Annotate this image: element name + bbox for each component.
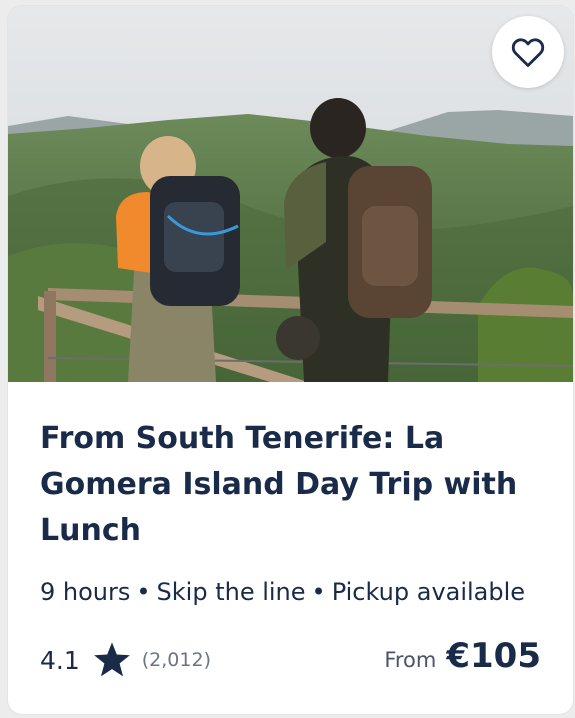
price-prefix: From bbox=[384, 648, 437, 672]
rating-value: 4.1 bbox=[40, 645, 80, 675]
skip-line-text: Skip the line bbox=[156, 578, 306, 606]
heart-outline-icon bbox=[511, 38, 545, 67]
duration-text: 9 hours bbox=[40, 578, 131, 606]
activity-photo[interactable] bbox=[8, 6, 573, 382]
activity-card[interactable]: From South Tenerife: La Gomera Island Da… bbox=[8, 6, 573, 714]
review-count: (2,012) bbox=[141, 649, 211, 671]
activity-title[interactable]: From South Tenerife: La Gomera Island Da… bbox=[40, 416, 540, 554]
price: From €105 bbox=[384, 636, 541, 684]
price-value: €105 bbox=[446, 636, 541, 676]
wishlist-button[interactable] bbox=[492, 16, 564, 88]
activity-meta: 9 hours • Skip the line • Pickup available bbox=[40, 578, 525, 606]
meta-separator: • bbox=[136, 578, 151, 606]
pickup-text: Pickup available bbox=[331, 578, 526, 606]
star-icon bbox=[93, 642, 130, 677]
rating: 4.1 (2,012) bbox=[40, 638, 211, 682]
meta-separator: • bbox=[311, 578, 326, 606]
photo-illustration bbox=[8, 6, 573, 382]
